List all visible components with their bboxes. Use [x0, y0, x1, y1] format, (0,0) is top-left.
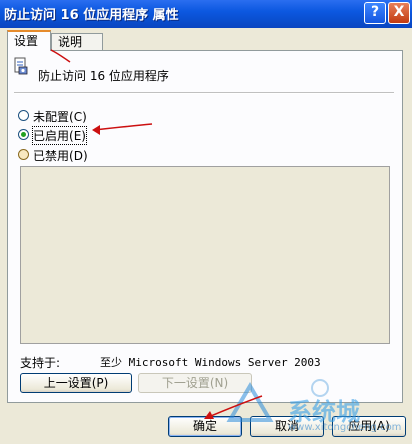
- close-button[interactable]: X: [388, 2, 410, 24]
- radio-enabled-input[interactable]: [18, 129, 29, 140]
- previous-setting-button[interactable]: 上一设置(P): [20, 373, 132, 393]
- help-icon: ?: [370, 4, 380, 20]
- radio-disabled-input[interactable]: [18, 149, 29, 160]
- title-bar[interactable]: 防止访问 16 位应用程序 属性 ? X: [0, 0, 412, 28]
- close-icon: X: [393, 4, 405, 20]
- watermark-url: www.xitongcheng.com: [288, 422, 402, 433]
- tab-explain[interactable]: 说明: [51, 33, 103, 51]
- policy-setting-icon: [14, 57, 28, 75]
- radio-enabled-label: 已启用: [33, 129, 70, 143]
- radio-not-configured-input[interactable]: [18, 110, 29, 121]
- options-area[interactable]: [20, 166, 390, 344]
- radio-not-configured-key: (C): [69, 110, 87, 124]
- radio-enabled-key: (E): [69, 129, 86, 143]
- tab-settings[interactable]: 设置: [7, 30, 51, 51]
- window-title: 防止访问 16 位应用程序 属性: [4, 8, 179, 23]
- radio-disabled-key: (D): [69, 149, 88, 163]
- supported-on-value: 至少 Microsoft Windows Server 2003: [100, 356, 321, 369]
- help-button[interactable]: ?: [364, 2, 386, 24]
- policy-name: 防止访问 16 位应用程序: [38, 69, 169, 83]
- separator: [14, 92, 394, 94]
- tab-settings-label: 设置: [14, 34, 39, 48]
- tab-explain-label: 说明: [58, 35, 83, 49]
- radio-not-configured-label: 未配置: [33, 110, 70, 124]
- watermark: 系统城 www.xitongcheng.com: [210, 378, 410, 438]
- supported-on-label: 支持于:: [20, 356, 61, 370]
- radio-disabled-label: 已禁用: [33, 149, 70, 163]
